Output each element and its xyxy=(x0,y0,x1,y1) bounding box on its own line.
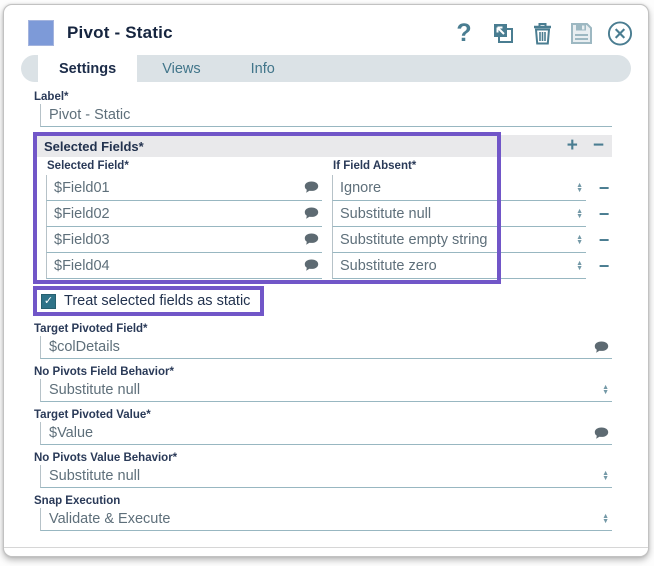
remove-row-button[interactable]: − xyxy=(596,201,612,227)
trash-icon xyxy=(533,22,551,44)
open-icon xyxy=(493,23,513,43)
header-toolbar: ? xyxy=(451,20,633,46)
label-input-value: Pivot - Static xyxy=(49,107,131,123)
label-input[interactable]: Pivot - Static xyxy=(40,104,612,127)
comment-bubble-icon[interactable] xyxy=(304,259,319,272)
table-row: $Field01 Ignore ▲ ▼ − xyxy=(46,175,612,201)
open-in-new-button[interactable] xyxy=(490,20,516,46)
selected-fields-section: Selected Fields* + − Selected Field* If … xyxy=(33,132,612,284)
comment-bubble-icon[interactable] xyxy=(304,207,319,220)
table-row: $Field04 Substitute zero ▲ ▼ − xyxy=(46,253,612,279)
remove-row-button[interactable]: − xyxy=(596,175,612,201)
snap-settings-dialog: Pivot - Static ? Settings Views Info Lab… xyxy=(3,4,649,557)
selected-fields-title: Selected Fields* xyxy=(44,138,144,154)
save-button[interactable] xyxy=(568,20,594,46)
tab-views[interactable]: Views xyxy=(137,55,225,82)
tab-bar: Settings Views Info xyxy=(21,55,631,82)
comment-bubble-icon[interactable] xyxy=(304,181,319,194)
no-pivots-field-behavior-select[interactable]: Substitute null ▲ ▼ xyxy=(40,379,612,402)
dropdown-spinner-icon: ▲ ▼ xyxy=(576,233,583,246)
help-icon: ? xyxy=(456,18,472,47)
selected-fields-header: Selected Fields* + − xyxy=(37,135,612,157)
if-field-absent-select[interactable]: Ignore ▲ ▼ xyxy=(332,175,586,201)
remove-row-button[interactable]: − xyxy=(596,227,612,253)
remove-rows-button[interactable]: − xyxy=(593,135,604,157)
table-row: $Field02 Substitute null ▲ ▼ − xyxy=(46,201,612,227)
no-pivots-field-behavior-label: No Pivots Field Behavior* xyxy=(34,366,174,378)
snap-execution-label: Snap Execution xyxy=(34,495,121,507)
target-pivoted-field-label: Target Pivoted Field* xyxy=(34,323,148,335)
help-button[interactable]: ? xyxy=(451,20,477,46)
check-icon: ✓ xyxy=(43,294,54,307)
treat-static-checkbox[interactable]: ✓ xyxy=(41,293,56,309)
remove-row-button[interactable]: − xyxy=(596,253,612,279)
comment-bubble-icon[interactable] xyxy=(304,233,319,246)
target-pivoted-value-input[interactable]: $Value xyxy=(40,422,612,445)
snap-execution-select[interactable]: Validate & Execute ▲ ▼ xyxy=(40,508,612,531)
column-header-selected-field: Selected Field* xyxy=(47,160,129,172)
static-fields-checkbox-group: ✓ Treat selected fields as static xyxy=(33,286,265,316)
dropdown-spinner-icon: ▲ ▼ xyxy=(576,259,583,272)
comment-bubble-icon[interactable] xyxy=(594,341,609,354)
selected-field-input[interactable]: $Field03 xyxy=(46,227,322,253)
tab-settings[interactable]: Settings xyxy=(38,55,138,82)
selected-field-input[interactable]: $Field01 xyxy=(46,175,322,201)
comment-bubble-icon[interactable] xyxy=(594,427,609,440)
table-row: $Field03 Substitute empty string ▲ ▼ − xyxy=(46,227,612,253)
dialog-title: Pivot - Static xyxy=(67,23,173,42)
dropdown-spinner-icon: ▲ ▼ xyxy=(602,470,609,482)
close-button[interactable] xyxy=(607,20,633,46)
target-pivoted-field-input[interactable]: $colDetails xyxy=(40,336,612,359)
snap-icon xyxy=(28,20,54,46)
no-pivots-value-behavior-label: No Pivots Value Behavior* xyxy=(34,452,178,464)
add-row-button[interactable]: + xyxy=(567,135,578,157)
dropdown-spinner-icon: ▲ ▼ xyxy=(576,181,583,194)
treat-static-checkbox-label: Treat selected fields as static xyxy=(64,293,251,309)
selected-field-input[interactable]: $Field04 xyxy=(46,253,322,279)
save-icon xyxy=(570,22,592,44)
dialog-header: Pivot - Static ? xyxy=(4,5,648,55)
dropdown-spinner-icon: ▲ ▼ xyxy=(576,207,583,220)
dialog-footer xyxy=(4,547,648,556)
selected-fields-actions: + − xyxy=(567,135,604,157)
if-field-absent-select[interactable]: Substitute empty string ▲ ▼ xyxy=(332,227,586,253)
column-header-if-field-absent: If Field Absent* xyxy=(333,160,417,172)
label-field-label: Label* xyxy=(34,91,69,103)
close-icon xyxy=(607,20,633,46)
tab-info[interactable]: Info xyxy=(226,55,300,82)
target-pivoted-value-label: Target Pivoted Value* xyxy=(34,409,151,421)
settings-panel: Label* Pivot - Static Selected Fields* +… xyxy=(4,82,648,531)
dropdown-spinner-icon: ▲ ▼ xyxy=(602,513,609,525)
selected-field-input[interactable]: $Field02 xyxy=(46,201,322,227)
table-column-headers: Selected Field* If Field Absent* xyxy=(46,160,612,175)
if-field-absent-select[interactable]: Substitute null ▲ ▼ xyxy=(332,201,586,227)
delete-button[interactable] xyxy=(529,20,555,46)
dropdown-spinner-icon: ▲ ▼ xyxy=(602,384,609,396)
no-pivots-value-behavior-select[interactable]: Substitute null ▲ ▼ xyxy=(40,465,612,488)
if-field-absent-select[interactable]: Substitute zero ▲ ▼ xyxy=(332,253,586,279)
